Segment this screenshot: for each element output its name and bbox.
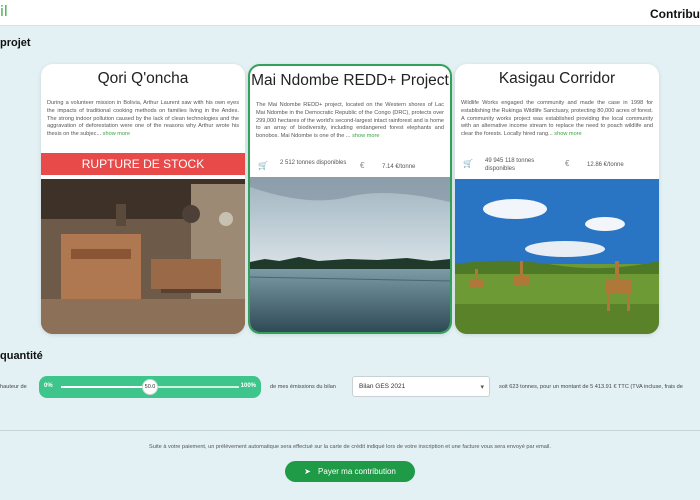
project-card-kasigau-corridor[interactable]: Kasigau Corridor Wildlife Works engaged … — [455, 64, 659, 334]
cart-icon: 🛒 — [258, 161, 268, 170]
show-more-link[interactable]: show more — [554, 131, 581, 137]
card-description: Wildlife Works engaged the community and… — [461, 100, 653, 138]
card-title: Kasigau Corridor — [498, 70, 616, 87]
result-text: soit 623 tonnes, pour un montant de 5 41… — [499, 384, 683, 390]
card-description: The Mai Ndombe REDD+ project, located on… — [256, 102, 444, 140]
quantity-prefix: hauteur de — [0, 384, 27, 390]
card-title: Mai Ndombe REDD+ Project — [251, 72, 449, 89]
slider-max-label: 100% — [240, 383, 256, 389]
stock-text: 49 945 118 tonnes disponibles — [485, 158, 535, 172]
slider-thumb[interactable]: 50.0 — [142, 379, 158, 395]
emissions-slider[interactable]: 0% 50.0 100% — [39, 376, 261, 398]
card-description: During a volunteer mission in Bolivia, A… — [47, 100, 239, 138]
project-image-river — [250, 177, 450, 332]
show-more-link[interactable]: show more — [103, 131, 130, 137]
pay-contribution-button[interactable]: ➤ Payer ma contribution — [285, 461, 415, 482]
card-title: Qori Q'oncha — [97, 70, 189, 87]
balance-select-value: Bilan GES 2021 — [359, 383, 406, 390]
section-title-project: projet — [0, 37, 31, 49]
page-title: Contribu — [650, 7, 700, 21]
project-card-qori-qoncha[interactable]: Qori Q'oncha During a volunteer mission … — [41, 64, 245, 334]
chevron-down-icon: ▾ — [480, 384, 484, 391]
payment-note: Suite à votre paiement, un prélèvement a… — [149, 444, 551, 450]
project-card-mai-ndombe[interactable]: Mai Ndombe REDD+ Project The Mai Ndombe … — [248, 64, 452, 334]
euro-icon: € — [360, 161, 365, 170]
euro-icon: € — [565, 159, 570, 168]
send-icon: ➤ — [304, 467, 311, 476]
price-text: 12.86 €/tonne — [587, 162, 624, 168]
stock-text: 2 512 tonnes disponibles — [280, 160, 347, 166]
cart-icon: 🛒 — [463, 159, 473, 168]
price-text: 7.14 €/tonne — [382, 164, 416, 170]
out-of-stock-badge: RUPTURE DE STOCK — [41, 153, 245, 175]
emissions-text: de mes émissions du bilan — [270, 384, 336, 390]
project-image-kitchen — [41, 179, 245, 334]
balance-select[interactable]: Bilan GES 2021 ▾ — [352, 376, 490, 397]
slider-min-label: 0% — [44, 383, 53, 389]
logo[interactable]: il — [0, 4, 8, 20]
show-more-link[interactable]: show more — [352, 133, 379, 139]
section-title-quantity: quantité — [0, 350, 43, 362]
top-bar: il Contribu — [0, 0, 700, 26]
divider — [0, 430, 700, 431]
slider-fill — [61, 386, 150, 388]
project-image-giraffes — [455, 179, 659, 334]
pay-button-label: Payer ma contribution — [318, 467, 396, 476]
